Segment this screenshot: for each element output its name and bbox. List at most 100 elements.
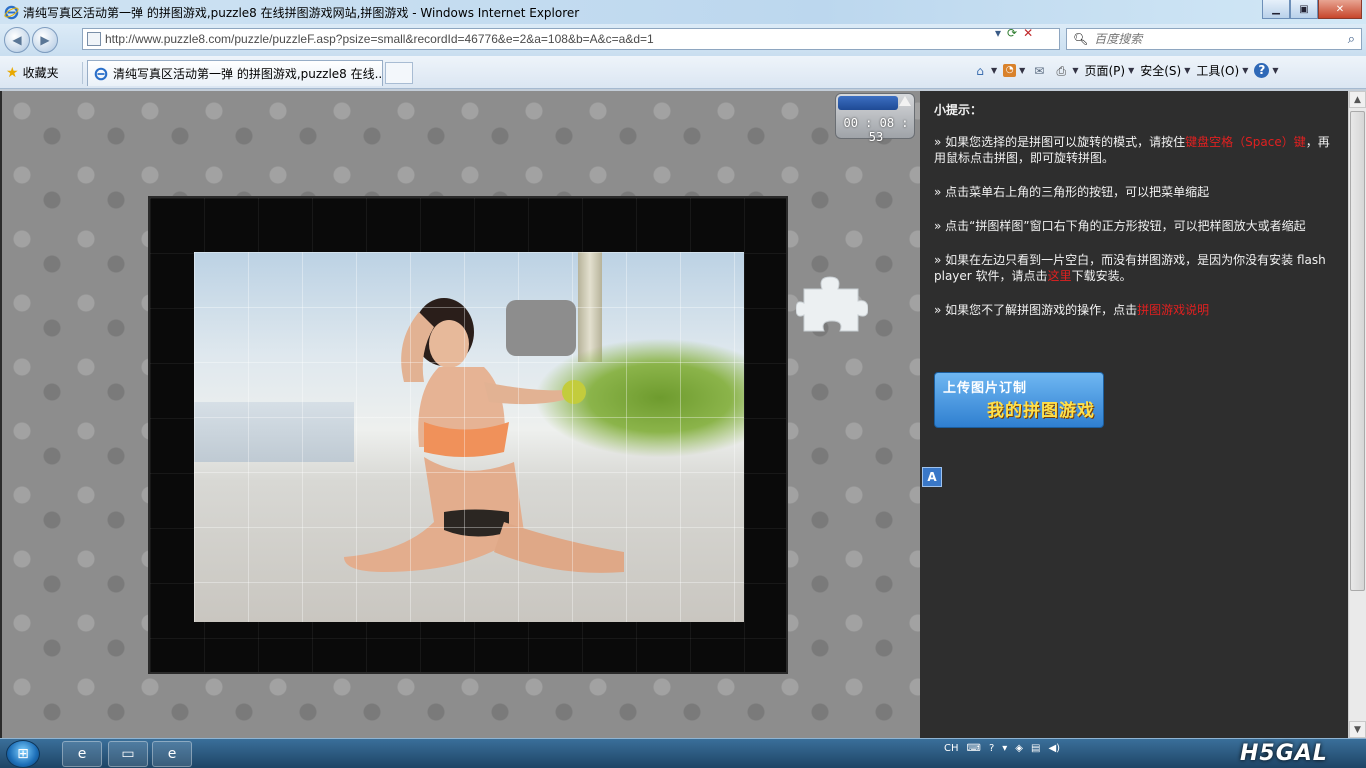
puzzle-photo[interactable]: [194, 252, 744, 622]
window-controls: ▁ ▣ ✕: [1262, 0, 1362, 19]
puzzle-grid: [194, 252, 744, 622]
chevron-down-icon: ▼: [1242, 66, 1249, 75]
instructions-link[interactable]: 拼图游戏说明: [1137, 303, 1209, 317]
tip-text: » 点击“拼图样图”窗口右下角的正方形按钮，可以把样图放大或者缩起: [934, 219, 1306, 233]
tab-active[interactable]: 清纯写真区活动第一弹 的拼图游戏,puzzle8 在线...: [87, 60, 383, 86]
window-title: 清纯写真区活动第一弹 的拼图游戏,puzzle8 在线拼图游戏网站,拼图游戏 -…: [23, 5, 580, 20]
safety-menu-label: 安全(S): [1140, 64, 1182, 78]
chevron-down-icon: ▼: [1019, 66, 1026, 75]
scroll-down-icon[interactable]: ▼: [1349, 721, 1366, 738]
chevron-down-icon: ▼: [1184, 66, 1191, 75]
address-field[interactable]: http://www.puzzle8.com/puzzle/puzzleF.as…: [82, 28, 1060, 50]
timer-widget: 00 : 08 : 53: [835, 93, 915, 144]
windows-taskbar: ⊞ e ▭ e CH ⌨ ? ▾ ◈ ▤ ◀) H5GAL: [0, 738, 1366, 768]
input-language[interactable]: CH: [944, 743, 959, 754]
ie-quicklaunch-icon[interactable]: e: [62, 741, 102, 767]
custom-puzzle-banner[interactable]: 上传图片订制 我的拼图游戏: [934, 372, 1104, 428]
minimize-button[interactable]: ▁: [1262, 0, 1290, 19]
help-tray-icon[interactable]: ?: [989, 743, 994, 754]
timer-text: 00 : 08 : 53: [843, 116, 909, 144]
forward-button[interactable]: ▶: [32, 27, 58, 53]
tab-separator: [82, 62, 83, 84]
vertical-scrollbar[interactable]: ▲ ▼: [1348, 91, 1366, 738]
rss-feed-icon: ◔: [1003, 64, 1017, 77]
home-icon: ⌂: [976, 63, 984, 78]
tip-rotate: » 如果您选择的是拼图可以旋转的模式，请按住键盘空格（Space）键，再用鼠标点…: [934, 134, 1336, 166]
safety-menu[interactable]: 安全(S) ▼: [1140, 62, 1190, 79]
tip-flash-install: » 如果在左边只看到一片空白，而没有拼图游戏，是因为你没有安装 flash pl…: [934, 252, 1336, 284]
internet-explorer-icon: [94, 67, 108, 80]
tip-text: » 如果您选择的是拼图可以旋转的模式，请按住: [934, 135, 1186, 149]
tips-panel: 小提示： » 如果您选择的是拼图可以旋转的模式，请按住键盘空格（Space）键，…: [920, 91, 1348, 738]
internet-explorer-icon: [4, 5, 19, 19]
address-tools: ▾ ⟳ ✕: [995, 26, 1033, 40]
keyboard-icon[interactable]: ⌨: [967, 743, 981, 754]
small-a-icon[interactable]: A: [922, 467, 942, 487]
page-menu[interactable]: 页面(P) ▼: [1084, 62, 1134, 79]
start-button[interactable]: ⊞: [6, 740, 40, 768]
missing-piece-slot: [506, 300, 576, 356]
feeds-button[interactable]: ◔ ▼: [1003, 64, 1025, 77]
h5gal-logo: H5GAL: [1240, 741, 1328, 766]
download-here-link[interactable]: 这里: [1048, 269, 1072, 283]
loose-puzzle-piece[interactable]: [796, 275, 868, 335]
tab-title: 清纯写真区活动第一弹 的拼图游戏,puzzle8 在线...: [113, 67, 383, 81]
tips-heading: 小提示：: [934, 103, 983, 117]
chevron-down-icon: ▼: [991, 66, 998, 75]
tip-collapse-menu: » 点击菜单右上角的三角形的按钮，可以把菜单缩起: [934, 184, 1336, 200]
favorites-button[interactable]: ★ 收藏夹: [6, 64, 59, 81]
banner-line1: 上传图片订制: [943, 381, 1028, 396]
security-icon[interactable]: ◈: [1015, 743, 1023, 754]
banner-line2: 我的拼图游戏: [987, 401, 1095, 421]
address-toolbar: ◀ ▶ http://www.puzzle8.com/puzzle/puzzle…: [0, 24, 1366, 56]
scroll-thumb[interactable]: [1350, 111, 1365, 591]
mail-icon: ✉: [1034, 63, 1045, 78]
search-box[interactable]: 🔍︎ ⌕: [1066, 28, 1362, 50]
mail-button[interactable]: ✉: [1031, 64, 1047, 78]
tip-text: » 如果您不了解拼图游戏的操作，点击: [934, 303, 1138, 317]
tools-menu-label: 工具(O): [1196, 64, 1240, 78]
url-text[interactable]: http://www.puzzle8.com/puzzle/puzzleF.as…: [105, 32, 654, 46]
timer-bar: [838, 96, 898, 110]
command-bar: ⌂ ▼ ◔ ▼ ✉ ⎙ ▼ 页面(P) ▼ 安全(S) ▼ 工具(O) ▼ ? ▼: [972, 62, 1279, 79]
printer-icon: ⎙: [1056, 63, 1067, 78]
stop-icon[interactable]: ✕: [1023, 26, 1033, 40]
tip-text: » 点击菜单右上角的三角形的按钮，可以把菜单缩起: [934, 185, 1210, 199]
tip-highlight-space-key: 键盘空格（Space）键: [1185, 135, 1306, 149]
window-title-bar: 清纯写真区活动第一弹 的拼图游戏,puzzle8 在线拼图游戏网站,拼图游戏 -…: [0, 0, 1366, 24]
page-icon: [87, 32, 101, 46]
refresh-icon[interactable]: ⟳: [1007, 26, 1017, 40]
help-icon: ?: [1254, 63, 1270, 78]
new-tab-button[interactable]: [385, 62, 413, 84]
expand-tray-icon[interactable]: ▾: [1002, 743, 1007, 754]
search-input[interactable]: [1094, 32, 1315, 46]
tip-text: 下载安装。: [1071, 269, 1132, 283]
help-button[interactable]: ? ▼: [1254, 63, 1279, 78]
page-menu-label: 页面(P): [1084, 64, 1126, 78]
chevron-down-icon: ▼: [1272, 66, 1279, 75]
tools-menu[interactable]: 工具(O) ▼: [1196, 62, 1248, 79]
favorites-label: 收藏夹: [22, 66, 59, 80]
search-go-icon[interactable]: ⌕: [1348, 32, 1355, 47]
star-icon: ★: [6, 64, 19, 81]
puzzle-game-area[interactable]: 00 : 08 : 53: [2, 91, 920, 738]
ie-taskbar-button[interactable]: e: [152, 741, 192, 767]
collapse-triangle-icon[interactable]: [899, 96, 911, 106]
close-window-button[interactable]: ✕: [1318, 0, 1362, 19]
maximize-button[interactable]: ▣: [1290, 0, 1318, 19]
scroll-up-icon[interactable]: ▲: [1349, 91, 1366, 108]
puzzle-board[interactable]: [148, 196, 788, 674]
tab-bar: ★ 收藏夹 清纯写真区活动第一弹 的拼图游戏,puzzle8 在线... ⌂ ▼ …: [0, 56, 1366, 89]
tip-instructions: » 如果您不了解拼图游戏的操作，点击拼图游戏说明: [934, 302, 1336, 318]
chevron-down-icon: ▼: [1072, 66, 1079, 75]
volume-icon[interactable]: ◀): [1048, 743, 1060, 754]
network-icon[interactable]: ▤: [1031, 743, 1040, 754]
search-icon: 🔍︎: [1073, 32, 1089, 46]
system-tray: CH ⌨ ? ▾ ◈ ▤ ◀): [944, 743, 1060, 754]
explorer-folder-icon[interactable]: ▭: [108, 741, 148, 767]
address-dropdown-icon[interactable]: ▾: [995, 26, 1001, 40]
print-button[interactable]: ⎙ ▼: [1053, 63, 1079, 78]
back-button[interactable]: ◀: [4, 27, 30, 53]
home-button[interactable]: ⌂ ▼: [972, 64, 997, 78]
tip-sample-window: » 点击“拼图样图”窗口右下角的正方形按钮，可以把样图放大或者缩起: [934, 218, 1336, 234]
